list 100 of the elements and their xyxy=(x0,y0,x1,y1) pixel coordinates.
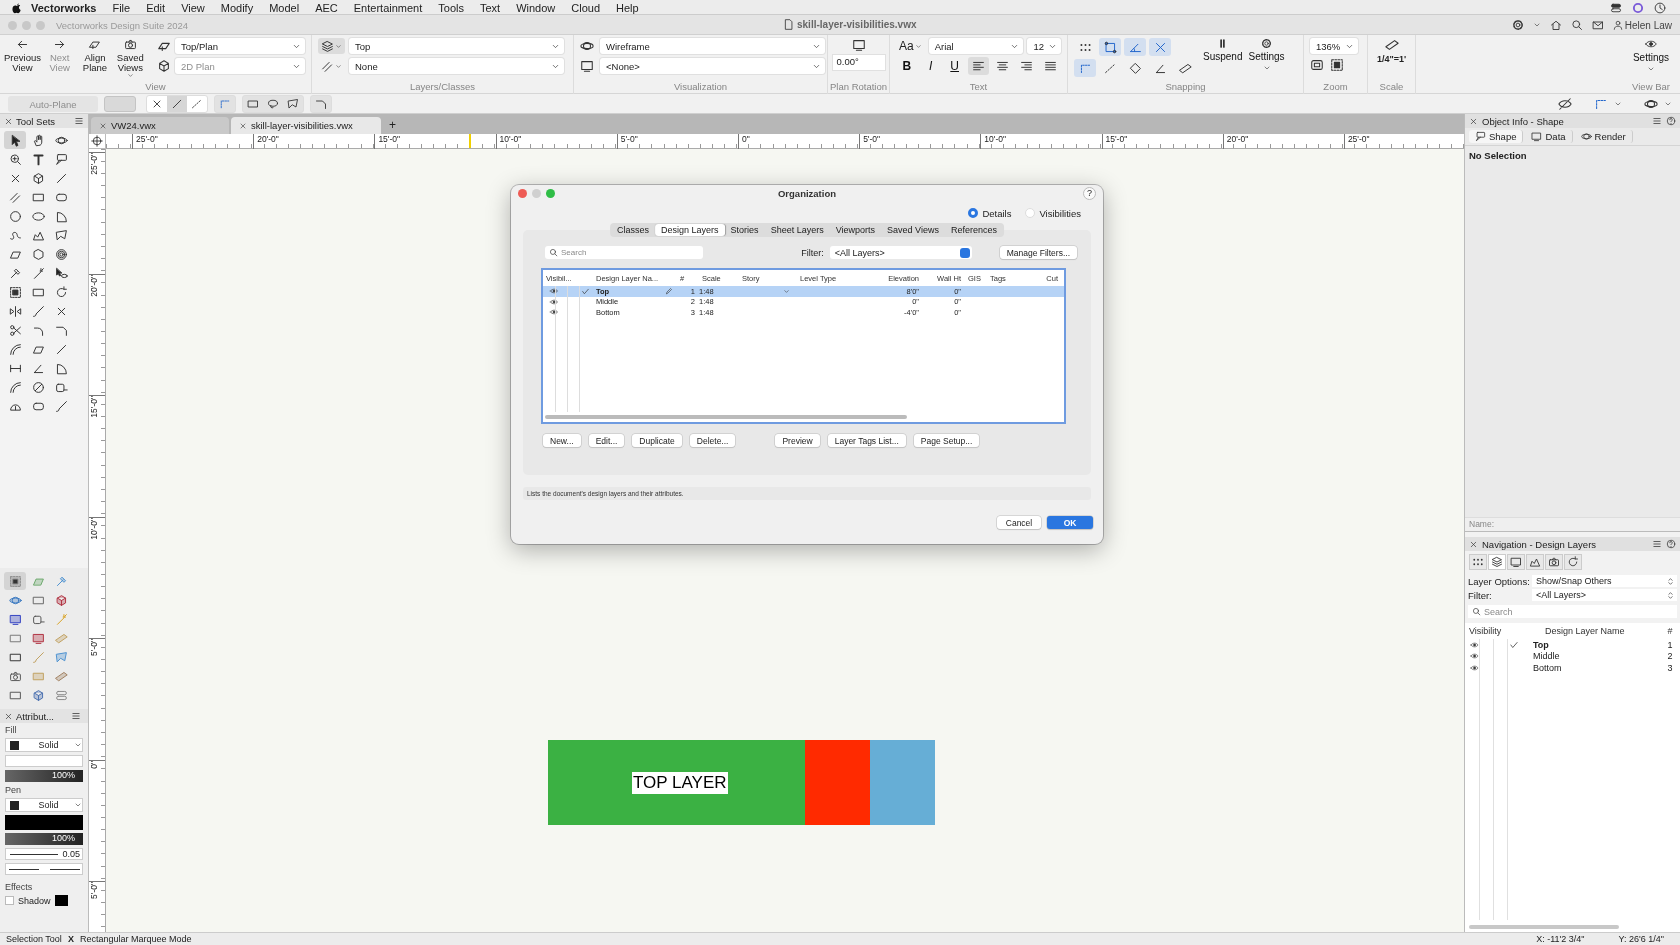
filter-dropdown[interactable]: <All Layers> xyxy=(1532,589,1677,601)
ruler-label: 25'-0" xyxy=(89,153,99,175)
text-style-button[interactable]: U xyxy=(943,57,966,75)
font-size-dropdown[interactable]: 12 xyxy=(1027,38,1061,54)
suspend-button[interactable]: Suspend xyxy=(1203,38,1243,81)
dialog-button[interactable]: Edit... xyxy=(588,434,625,447)
panel-tab[interactable]: Data xyxy=(1525,130,1573,143)
manage-filters-button[interactable]: Manage Filters... xyxy=(999,246,1077,259)
layer-row[interactable]: Middle 2 xyxy=(1465,650,1680,662)
fill-opacity-field[interactable]: 100% xyxy=(5,770,83,782)
ruler-label: 20'-0" xyxy=(1226,134,1249,144)
document-tab[interactable]: VW24.vwx xyxy=(91,117,229,134)
ruler-label: 5'-0" xyxy=(863,134,881,144)
search-field[interactable]: Search xyxy=(545,246,703,259)
document-tab[interactable]: skill-layer-visibilities.vwx xyxy=(231,117,381,134)
menu-item[interactable]: Edit xyxy=(138,1,174,14)
tab[interactable]: Viewports xyxy=(829,224,882,236)
dialog-button[interactable]: Layer Tags List... xyxy=(827,434,906,447)
layer-number: 2 xyxy=(1666,651,1674,662)
layer-row[interactable]: Bottom 3 xyxy=(1465,662,1680,674)
panel-tab[interactable]: Render xyxy=(1574,130,1633,143)
help-button[interactable]: ? xyxy=(1083,186,1096,200)
panel-title: Attribut... xyxy=(16,710,54,722)
text-style-button[interactable]: I xyxy=(919,57,942,75)
view-bar-settings-button[interactable]: Settings xyxy=(1632,38,1670,81)
tab[interactable]: Classes xyxy=(611,224,656,236)
menu-item[interactable]: Text xyxy=(471,1,509,14)
menu-item[interactable]: Tools xyxy=(430,1,472,14)
tab[interactable]: Sheet Layers xyxy=(764,224,830,236)
effects-label: Effects xyxy=(5,882,34,892)
panel-tab[interactable]: Shape xyxy=(1469,130,1524,143)
text-style-button[interactable]: B xyxy=(896,57,918,75)
ok-button[interactable]: OK xyxy=(1047,516,1093,529)
new-tab-button[interactable]: + xyxy=(383,118,402,134)
tab[interactable]: Saved Views xyxy=(881,224,945,236)
user-name[interactable]: Helen Law xyxy=(1624,19,1672,31)
status-mode: Rectangular Marquee Mode xyxy=(79,934,192,944)
radio-label[interactable]: Visibilities xyxy=(1039,207,1081,219)
cancel-button[interactable]: Cancel xyxy=(997,516,1041,529)
tab[interactable]: References xyxy=(944,224,1003,236)
ruler-label: 5'-0" xyxy=(89,639,99,656)
group-label: Snapping xyxy=(1164,81,1207,94)
menu-item[interactable]: AEC xyxy=(307,1,346,14)
dialog-button[interactable]: Page Setup... xyxy=(913,434,980,447)
group-label: View xyxy=(144,81,167,94)
zoom-dropdown[interactable]: 136% xyxy=(1310,38,1358,54)
ruler-label: 5'-0" xyxy=(89,882,99,899)
filter-label: Filter: xyxy=(801,247,824,258)
pen-opacity-field[interactable]: 100% xyxy=(5,833,83,845)
render-mode-dropdown[interactable]: Wireframe xyxy=(600,38,825,54)
filter-dropdown[interactable]: <All Layers> xyxy=(829,246,972,259)
menu-item[interactable]: View xyxy=(173,1,213,14)
layer-number: 1 xyxy=(1666,639,1674,650)
menu-item[interactable]: Modify xyxy=(212,1,262,14)
menu-item[interactable]: Model xyxy=(261,1,308,14)
column-header[interactable]: Design Layer Name xyxy=(1545,626,1660,636)
layer-name: Bottom xyxy=(1533,662,1562,673)
layer-row[interactable]: Top 1 xyxy=(1465,639,1680,651)
dialog-button[interactable]: Preview xyxy=(775,434,820,447)
plan-rotation-field[interactable]: 0.00° xyxy=(832,55,885,70)
dialog-button[interactable]: Duplicate xyxy=(632,434,682,447)
view-button[interactable]: Saved Views xyxy=(115,38,145,81)
menu-item[interactable]: Entertainment xyxy=(345,1,431,14)
group-label: Text xyxy=(968,81,989,94)
view-button[interactable]: Align Plane xyxy=(80,38,110,81)
tab[interactable]: Design Layers xyxy=(655,224,725,236)
radio-label[interactable]: Details xyxy=(982,207,1012,219)
drawing-label: TOP LAYER xyxy=(632,771,728,794)
layer-number: 3 xyxy=(1666,662,1674,673)
class-dropdown[interactable]: None xyxy=(349,58,564,74)
menu-item[interactable]: Window xyxy=(508,1,564,14)
dialog-button[interactable]: New... xyxy=(543,434,581,447)
layer-dropdown[interactable]: Top xyxy=(349,38,564,54)
fill-style-dropdown[interactable]: Solid xyxy=(5,738,83,752)
pen-label: Pen xyxy=(5,785,22,795)
font-size-button[interactable]: Aa xyxy=(896,38,925,54)
document-title: skill-layer-visibilities.vwx xyxy=(797,19,917,30)
menu-item[interactable]: Cloud xyxy=(563,1,608,14)
pen-style-dropdown[interactable]: Solid xyxy=(5,798,83,812)
font-dropdown[interactable]: Arial xyxy=(928,38,1024,54)
tab[interactable]: Stories xyxy=(724,224,765,236)
rectangle-shape[interactable]: TOP LAYER xyxy=(548,740,805,825)
search-field[interactable]: Search xyxy=(1468,605,1677,618)
column-header[interactable]: # xyxy=(1660,626,1680,636)
light-dropdown[interactable]: <None> xyxy=(600,58,825,74)
view-dropdown[interactable]: Top/Plan xyxy=(175,38,305,54)
layer-options-dropdown[interactable]: Show/Snap Others xyxy=(1532,575,1677,587)
scale-value[interactable]: 1/4"=1' xyxy=(1376,54,1407,64)
menu-item[interactable]: Help xyxy=(608,1,647,14)
menu-item[interactable]: Vectorworks xyxy=(23,1,105,14)
view-button[interactable]: Previous View xyxy=(6,38,39,81)
ruler-label: 10'-0" xyxy=(499,134,522,144)
ruler-label: 15'-0" xyxy=(1105,134,1128,144)
line-weight-field[interactable]: 0.05 xyxy=(5,848,83,860)
snap-settings-button[interactable]: Settings xyxy=(1248,38,1285,81)
menu-item[interactable]: File xyxy=(104,1,139,14)
dialog-button[interactable]: Delete... xyxy=(689,434,736,447)
filter-label: Filter: xyxy=(1468,589,1493,601)
column-header[interactable]: Visibility xyxy=(1469,626,1533,636)
status-key: X xyxy=(67,934,74,944)
